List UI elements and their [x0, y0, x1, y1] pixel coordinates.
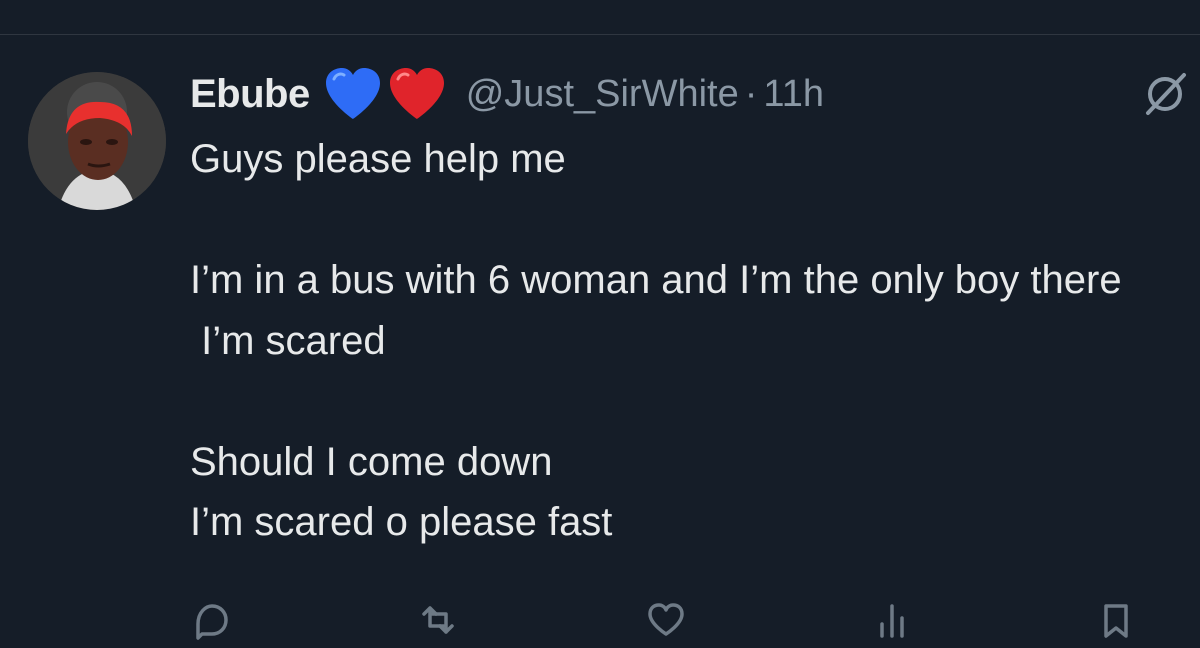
- display-name[interactable]: Ebube: [190, 72, 310, 117]
- retweet-icon: [422, 606, 454, 634]
- separator-dot: ·: [744, 72, 758, 115]
- reply-icon: [196, 604, 228, 640]
- user-handle[interactable]: @Just_SirWhite: [466, 73, 739, 116]
- reply-button[interactable]: [190, 600, 230, 640]
- tweet-header: Ebube @Just_SirWhite · 11h: [190, 67, 824, 121]
- bookmark-button[interactable]: [1096, 600, 1136, 640]
- grok-icon[interactable]: [1142, 71, 1188, 117]
- bookmark-icon: [1104, 604, 1128, 638]
- action-bar: [190, 600, 1150, 648]
- blue-heart-icon: [324, 67, 382, 121]
- red-heart-icon: [388, 67, 446, 121]
- views-button[interactable]: [874, 600, 914, 640]
- views-icon: [880, 604, 904, 638]
- retweet-button[interactable]: [418, 600, 458, 640]
- tweet[interactable]: Ebube @Just_SirWhite · 11h Guys please h…: [0, 35, 1200, 648]
- timestamp[interactable]: 11h: [763, 73, 824, 116]
- like-button[interactable]: [646, 600, 686, 640]
- like-icon: [648, 603, 684, 636]
- tweet-text: Guys please help me I’m in a bus with 6 …: [190, 137, 1122, 544]
- avatar[interactable]: [28, 72, 166, 210]
